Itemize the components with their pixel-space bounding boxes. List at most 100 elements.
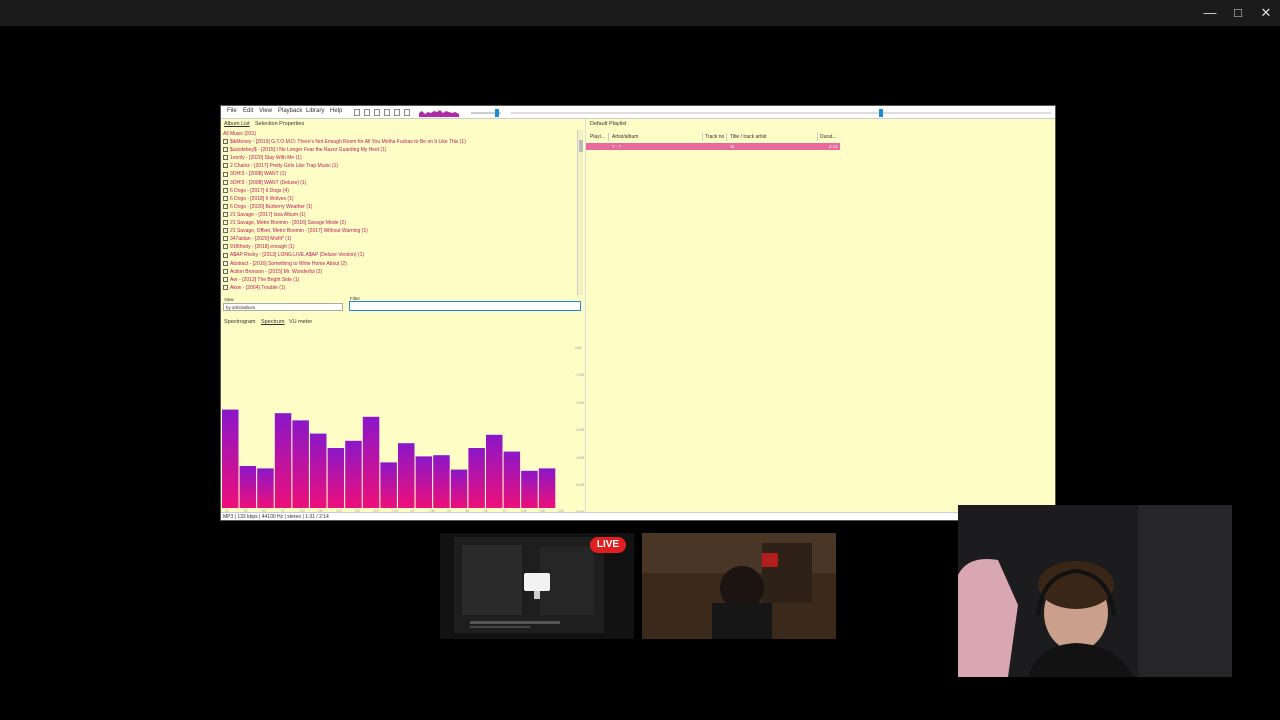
expand-icon[interactable] xyxy=(223,228,228,234)
album-list-item[interactable]: 347aidan - [2020] Misfit* (1) xyxy=(223,236,291,242)
expand-icon[interactable] xyxy=(223,195,228,201)
expand-icon[interactable] xyxy=(223,139,228,145)
expand-icon[interactable] xyxy=(223,260,228,266)
expand-icon[interactable] xyxy=(223,163,228,169)
album-list-item[interactable]: 21 Savage, Offset, Metro Boomin - [2017]… xyxy=(223,228,368,234)
expand-icon[interactable] xyxy=(223,236,228,242)
album-list-item[interactable]: 918thirdy - [2018] enough (1) xyxy=(223,244,295,250)
col-playing[interactable]: Playi... xyxy=(590,134,605,140)
expand-icon[interactable] xyxy=(223,203,228,209)
menu-playback[interactable]: Playback xyxy=(278,108,302,114)
pause-button[interactable] xyxy=(374,109,380,116)
album-list-item[interactable]: 21 Savage - [2017] Issa Album (1) xyxy=(223,212,306,218)
album-list-item-label: Aer - [2012] The Bright Side (1) xyxy=(230,276,300,283)
expand-icon[interactable] xyxy=(223,155,228,161)
col-duration[interactable]: Durat... xyxy=(820,134,836,140)
expand-icon[interactable] xyxy=(223,268,228,274)
spectrum-bar xyxy=(345,440,362,508)
expand-icon[interactable] xyxy=(223,179,228,185)
album-list-root[interactable]: All Music (931) xyxy=(223,131,256,137)
column-separator xyxy=(608,133,609,141)
expand-icon[interactable] xyxy=(223,252,228,258)
maximize-icon[interactable]: □ xyxy=(1228,4,1248,22)
album-list-item[interactable]: Akon - [2004] Trouble (1) xyxy=(223,285,285,291)
col-artist-album[interactable]: Artist/album xyxy=(612,134,638,140)
tab-selection-properties[interactable]: Selection Properties xyxy=(255,121,304,127)
scrollbar-thumb[interactable] xyxy=(579,140,583,152)
spectrum-bar xyxy=(503,451,521,508)
minimize-icon[interactable]: — xyxy=(1200,4,1220,22)
spectrum-chart xyxy=(222,409,556,508)
album-list-item[interactable]: 6 Dogs - [2018] 6 Wolves (1) xyxy=(223,196,294,202)
col-track-no[interactable]: Track no xyxy=(705,134,724,140)
album-list-item[interactable]: 6 Dogs - [2017] 6 Dogs (4) xyxy=(223,188,289,194)
playlist-row[interactable]: ? - ? 11 2:14 xyxy=(586,143,840,150)
expand-icon[interactable] xyxy=(223,220,228,226)
foobar-window: File Edit View Playback Library Help Alb… xyxy=(220,105,1056,521)
spectrum-bar xyxy=(310,433,327,508)
menu-file[interactable]: File xyxy=(227,108,237,114)
db-tick-label: -30dB xyxy=(575,428,585,433)
expand-icon[interactable] xyxy=(223,147,228,153)
status-bar: MP3 | 133 kbps | 44100 Hz | stereo | 1:3… xyxy=(221,512,1055,520)
album-list-item[interactable]: Aer - [2012] The Bright Side (1) xyxy=(223,277,299,283)
menu-library[interactable]: Library xyxy=(306,108,324,114)
album-list-item[interactable]: 3OH!3 - [2008] WANT (1) xyxy=(223,171,286,177)
expand-icon[interactable] xyxy=(223,171,228,177)
col-title[interactable]: Title / track artist xyxy=(730,134,767,140)
menu-help[interactable]: Help xyxy=(330,108,342,114)
stream-preview-right[interactable] xyxy=(642,533,836,639)
album-list-item[interactable]: $uicideboy$ - [2015] I No Longer Fear th… xyxy=(223,147,386,153)
album-list-item[interactable]: A$AP Rocky - [2013] LONG.LIVE.A$AP (Delu… xyxy=(223,252,364,258)
db-tick-label: -10dB xyxy=(575,373,585,378)
spectrum-bar xyxy=(274,413,292,508)
album-list-item[interactable]: 6 Dogs - [2020] Burberry Weather (1) xyxy=(223,204,312,210)
album-list-item[interactable]: 1nonly - [2020] Stay With Me (1) xyxy=(223,155,302,161)
seek-thumb[interactable] xyxy=(879,109,883,117)
album-list-item[interactable]: $ikMoney - [2019] G.T.O.M.D: There's Not… xyxy=(223,139,466,145)
close-icon[interactable]: ✕ xyxy=(1256,4,1276,22)
expand-icon[interactable] xyxy=(223,212,228,218)
album-list-item[interactable]: 3OH!3 - [2008] WANT (Deluxe) (1) xyxy=(223,180,306,186)
view-select[interactable]: by artist/album xyxy=(223,303,343,311)
expand-icon[interactable] xyxy=(223,284,228,290)
tab-spectrum[interactable]: Spectrum xyxy=(261,319,285,325)
tab-vu-meter[interactable]: VU meter xyxy=(289,319,312,325)
album-list-item[interactable]: Abstract - [2016] Something to Write Hom… xyxy=(223,261,347,267)
spectrum-bar xyxy=(521,470,538,508)
album-list[interactable]: All Music (931) $ikMoney - [2019] G.T.O.… xyxy=(223,130,579,294)
spectrum-bar xyxy=(415,456,433,508)
album-list-item-label: Akon - [2004] Trouble (1) xyxy=(230,284,286,291)
spectrum-bar xyxy=(327,448,345,508)
album-list-item[interactable]: Action Bronson - [2015] Mr. Wonderful (2… xyxy=(223,269,322,275)
menu-view[interactable]: View xyxy=(259,108,272,114)
stop-button[interactable] xyxy=(354,109,360,116)
tab-album-list[interactable]: Album List xyxy=(224,121,250,127)
album-list-scrollbar[interactable] xyxy=(577,130,583,295)
album-list-item[interactable]: 2 Chainz - [2017] Pretty Girls Like Trap… xyxy=(223,163,338,169)
previous-button[interactable] xyxy=(384,109,390,116)
album-list-item-label: 3OH!3 - [2008] WANT (Deluxe) (1) xyxy=(230,179,307,186)
tab-default-playlist[interactable]: Default Playlist xyxy=(590,121,626,127)
play-button[interactable] xyxy=(364,109,370,116)
menu-edit[interactable]: Edit xyxy=(243,108,253,114)
expand-icon[interactable] xyxy=(223,276,228,282)
expand-icon[interactable] xyxy=(223,244,228,250)
seek-bar[interactable] xyxy=(511,109,1051,117)
next-button[interactable] xyxy=(394,109,400,116)
random-button[interactable] xyxy=(404,109,410,116)
db-tick-label: -20dB xyxy=(575,400,585,405)
spectrum-bar xyxy=(450,469,468,508)
spectrum-visualizer: 20 30 50 70 100 150 200 300 500 700 1k 1.5k 2k 3k 5k 7k… xyxy=(221,328,585,516)
tab-spectrogram[interactable]: Spectrogram xyxy=(224,319,256,325)
playlist-pane: Default Playlist Playi... Artist/album T… xyxy=(585,119,1055,512)
column-separator xyxy=(726,133,727,141)
filter-input[interactable] xyxy=(349,301,581,311)
album-list-item[interactable]: 21 Savage, Metro Boomin - [2016] Savage … xyxy=(223,220,346,226)
mini-visualizer xyxy=(419,110,459,117)
spectrum-bar xyxy=(486,434,503,508)
volume-thumb[interactable] xyxy=(495,109,499,117)
expand-icon[interactable] xyxy=(223,187,228,193)
live-badge: LIVE xyxy=(590,537,626,553)
album-list-item-label: 21 Savage, Metro Boomin - [2016] Savage … xyxy=(230,220,346,226)
